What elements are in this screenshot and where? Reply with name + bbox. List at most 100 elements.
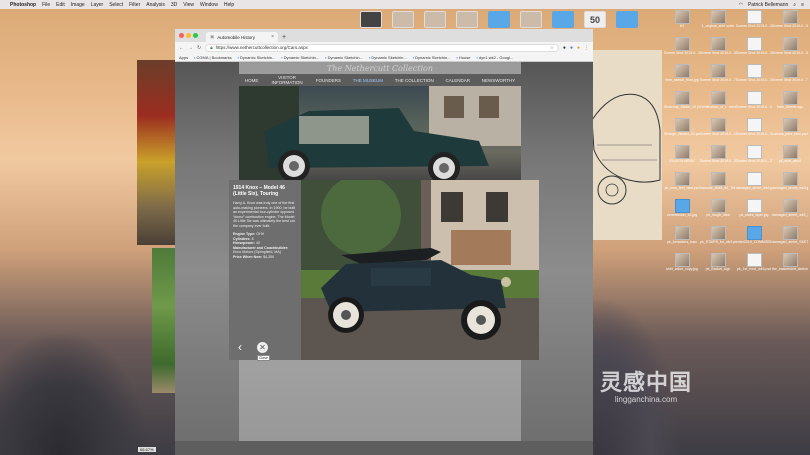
folder-icon[interactable] bbox=[488, 11, 510, 28]
menu-image[interactable]: Image bbox=[71, 2, 85, 8]
desktop-file[interactable]: Screen Shot 2019-0...3.23 AM bbox=[772, 10, 808, 36]
menu-window[interactable]: Window bbox=[200, 2, 218, 8]
desktop-file[interactable]: Screen Shot 2019-0...3.10 AM bbox=[736, 37, 772, 63]
nav-home[interactable]: HOME bbox=[245, 78, 259, 83]
wifi-icon[interactable]: ◠ bbox=[739, 2, 743, 8]
bookmark-item[interactable]: Dynamic Sketchin... bbox=[281, 55, 319, 60]
desktop-file[interactable]: Screen Shot 2019-0...7.20 AM bbox=[772, 64, 808, 90]
desktop-image-icon[interactable] bbox=[520, 11, 542, 28]
extension-icon[interactable]: ● bbox=[563, 45, 566, 51]
desktop-image-icon[interactable] bbox=[456, 11, 478, 28]
desktop-file[interactable]: Screen Shot 2019-0...3.04 PM bbox=[736, 118, 772, 144]
desktop-file[interactable]: Screen Shot 2019-0...3.11 PM bbox=[772, 37, 808, 63]
menu-layer[interactable]: Layer bbox=[91, 2, 104, 8]
desktop-file[interactable]: pk_Basket_sign bbox=[700, 253, 736, 279]
desktop-file[interactable]: damaged_street_wk3.jpg bbox=[736, 172, 772, 198]
desktop-file[interactable]: shirt_value_copy.jpg bbox=[664, 253, 700, 279]
desktop-file[interactable]: H2 bbox=[664, 10, 700, 36]
desktop-file[interactable]: thee_sketch_front.jpg bbox=[664, 64, 700, 90]
bookmark-item[interactable]: Dynamic Sketchin... bbox=[325, 55, 363, 60]
desktop-file[interactable]: Sketchup_Sticke_19 (4).png bbox=[664, 91, 700, 117]
desktop-file[interactable]: Screen Shot 2019-0...3.17 PM bbox=[736, 64, 772, 90]
desktop-file[interactable]: Screen Shot 2019-0...3.24 PM bbox=[664, 37, 700, 63]
forward-icon[interactable]: → bbox=[188, 45, 193, 51]
url-field[interactable]: 🔒︎ https://www.nethercuttcollection.org/… bbox=[205, 43, 559, 52]
bookmark-item[interactable]: House bbox=[457, 55, 471, 60]
maximize-window-icon[interactable] bbox=[193, 33, 198, 38]
desktop-file[interactable]: Screen Shot 2019-0...1.51 PM bbox=[700, 118, 736, 144]
desktop-file[interactable]: pk_rough_idea bbox=[700, 199, 736, 225]
desktop-file[interactable]: canvas_print_ratio.psd bbox=[772, 118, 808, 144]
bookmark-star-icon[interactable]: ☆ bbox=[550, 45, 554, 51]
desktop-file[interactable]: enter2019_COMMISSIO bbox=[736, 226, 772, 252]
desktop-file[interactable]: Screen Shot 2019-0...3.21 PM bbox=[736, 145, 772, 171]
bookmark-item[interactable]: Dynamic Sketchin... bbox=[238, 55, 275, 60]
desktop-file[interactable]: EGG679 MENU bbox=[664, 145, 700, 171]
desktop-file[interactable]: barcode_4063_99_TM...003.pdf bbox=[700, 172, 736, 198]
nav-founders[interactable]: FOUNDERS bbox=[316, 78, 341, 83]
desktop-file[interactable]: pk_man_feel_new.psd bbox=[664, 172, 700, 198]
bookmark-apps[interactable]: Apps bbox=[179, 55, 188, 60]
menu-list-icon[interactable]: ≡ bbox=[801, 2, 804, 8]
menu-edit[interactable]: Edit bbox=[56, 2, 65, 8]
close-tab-icon[interactable]: × bbox=[271, 34, 274, 40]
desktop-file[interactable]: Screen Shot 2019-0...7.22 AM bbox=[700, 64, 736, 90]
bookmark-item[interactable]: dyn1 wk2 - Googl... bbox=[476, 55, 513, 60]
background-photo-window[interactable] bbox=[137, 60, 179, 245]
desktop-file[interactable]: Screen Shot 2019-0...3.57 PM bbox=[736, 91, 772, 117]
folder-icon[interactable] bbox=[552, 11, 574, 28]
menu-help[interactable]: Help bbox=[224, 2, 234, 8]
bookmark-item[interactable]: CGMA | Bookmarks bbox=[194, 55, 232, 60]
desktop-file[interactable]: damaged_street_wk3_2.jpg bbox=[772, 199, 808, 225]
desktop-file[interactable]: Strange_Sticker_20.psd bbox=[664, 118, 700, 144]
desktop-file[interactable]: the_basketshirt_sketch bbox=[772, 253, 808, 279]
desktop-file[interactable]: commission_15.jpg bbox=[664, 199, 700, 225]
close-window-icon[interactable] bbox=[179, 33, 184, 38]
nav-visitor-information[interactable]: VISITOR INFORMATION bbox=[270, 75, 304, 85]
new-tab-icon[interactable]: + bbox=[282, 34, 286, 42]
menu-filter[interactable]: Filter bbox=[129, 2, 140, 8]
menu-select[interactable]: Select bbox=[109, 2, 123, 8]
desktop-file[interactable]: damaged_street_SKETCH bbox=[772, 226, 808, 252]
menu-3d[interactable]: 3D bbox=[171, 2, 177, 8]
desktop-file[interactable]: pk_forrackers_barc bbox=[664, 226, 700, 252]
extension-icon[interactable]: ● bbox=[577, 45, 580, 51]
desktop-file[interactable]: Screen Shot 2019-0...3.22 PM bbox=[736, 10, 772, 36]
site-logo[interactable]: The Nethercutt Collection bbox=[239, 64, 521, 73]
desktop-image-icon[interactable] bbox=[392, 11, 414, 28]
desktop-image-icon[interactable] bbox=[360, 11, 382, 28]
menu-app[interactable]: Photoshop bbox=[10, 2, 36, 8]
bookmark-item[interactable]: Dynamic Sketchin... bbox=[413, 55, 450, 60]
reload-icon[interactable]: ↻ bbox=[197, 45, 201, 51]
desktop-number-icon[interactable]: 50 bbox=[584, 11, 606, 28]
desktop-image-icon[interactable] bbox=[424, 11, 446, 28]
desktop-file[interactable]: Screen Shot 2019-0...3.26 PM bbox=[700, 37, 736, 63]
menu-analysis[interactable]: Analysis bbox=[146, 2, 165, 8]
minimize-window-icon[interactable] bbox=[186, 33, 191, 38]
extension-icon[interactable]: ● bbox=[570, 45, 573, 51]
desktop-file[interactable]: fubu_StreetLogo bbox=[772, 91, 808, 117]
menu-view[interactable]: View bbox=[183, 2, 194, 8]
spotlight-icon[interactable]: ⌕ bbox=[793, 2, 796, 8]
desktop-file[interactable]: pk_shirt_wk02 bbox=[772, 145, 808, 171]
desktop-file[interactable]: 1_original_shirt order bbox=[700, 10, 736, 36]
desktop-file[interactable]: pk_1st_rnnd_wk3.psd bbox=[736, 253, 772, 279]
nav-the-collection[interactable]: THE COLLECTION bbox=[395, 78, 434, 83]
previous-arrow-icon[interactable]: ‹ bbox=[233, 340, 247, 354]
menu-dots-icon[interactable]: ⋮ bbox=[584, 45, 589, 51]
background-sketch-window[interactable] bbox=[582, 50, 662, 240]
folder-icon[interactable] bbox=[616, 11, 638, 28]
desktop-file[interactable]: Screen Shot 2019-0...3.14 PM bbox=[700, 145, 736, 171]
menu-file[interactable]: File bbox=[42, 2, 50, 8]
close-icon[interactable]: ✕ bbox=[257, 342, 268, 353]
nav-newsworthy[interactable]: NEWSWORTHY bbox=[482, 78, 515, 83]
browser-tab[interactable]: ▣ Automobile History × bbox=[206, 32, 278, 42]
desktop-file[interactable]: damaged_levels_wk3.jpg bbox=[772, 172, 808, 198]
nav-calendar[interactable]: CALENDAR bbox=[445, 78, 470, 83]
desktop-file[interactable]: pk_STAIRS_for_wk3.psd bbox=[700, 226, 736, 252]
nav-the-museum[interactable]: THE MUSEUM bbox=[353, 78, 383, 83]
bookmark-item[interactable]: Dynamic Sketchin... bbox=[369, 55, 406, 60]
back-icon[interactable]: ← bbox=[179, 45, 184, 51]
desktop-file[interactable]: pk_stairs_layer.jpg bbox=[736, 199, 772, 225]
desktop-file[interactable]: Certification_of_f...ence.pdf bbox=[700, 91, 736, 117]
